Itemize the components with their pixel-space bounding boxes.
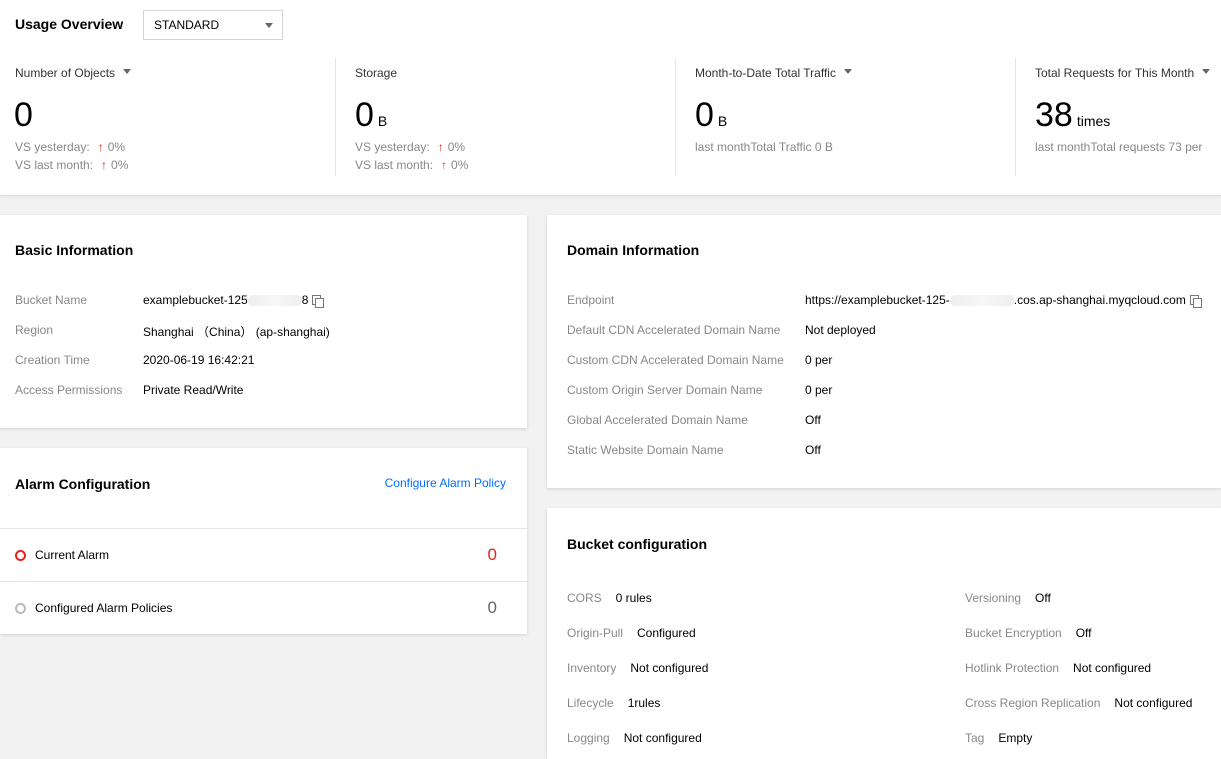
arrow-up-icon: ↑ [97,140,104,154]
metric-value: 0B [355,96,388,134]
chevron-down-icon [265,23,273,28]
metric-compare-last-month: VS last month: ↑ 0% [355,158,469,172]
metric-last-month-note: last monthTotal Traffic 0 B [695,140,833,154]
access-permissions-value: Private Read/Write [143,383,244,397]
metric-monthly-requests: Total Requests for This Month 38 times la… [1015,58,1221,176]
card-title: Alarm Configuration [15,476,151,492]
global-accelerated-domain-label: Global Accelerated Domain Name [567,413,748,427]
config-item-cors[interactable]: CORS 0 rules [567,591,652,605]
metric-monthly-traffic: Month-to-Date Total Traffic 0B last mont… [675,58,1015,176]
usage-overview-panel: Usage Overview STANDARD Number of Object… [0,0,1221,195]
metric-storage: Storage 0B VS yesterday: ↑ 0% VS last mont… [335,58,675,176]
config-item-bucket-encryption[interactable]: Bucket Encryption Off [965,626,1092,640]
arrow-up-icon: ↑ [441,158,448,172]
static-website-domain-value: Off [805,443,821,457]
metric-compare-yesterday: VS yesterday: ↑ 0% [15,140,126,154]
custom-origin-domain-label: Custom Origin Server Domain Name [567,383,763,397]
current-alarm-label: Current Alarm [35,548,110,562]
current-alarm-row[interactable]: Current Alarm 0 [0,528,527,581]
metric-value: 0 [14,96,33,134]
card-title: Domain Information [567,242,700,258]
metric-label[interactable]: Total Requests for This Month [1035,66,1211,80]
chevron-down-icon[interactable] [123,69,132,75]
current-alarm-count: 0 [487,545,497,564]
static-website-domain-label: Static Website Domain Name [567,443,724,457]
card-title: Basic Information [15,242,134,258]
configured-alarm-policies-label: Configured Alarm Policies [35,601,173,615]
bucket-name-label: Bucket Name [15,293,88,307]
bucket-name-value: examplebucket-125 8 [143,293,325,308]
inactive-status-icon [15,603,26,614]
usage-overview-title: Usage Overview [15,16,124,32]
metric-label: Storage [355,66,398,80]
metric-number-of-objects: Number of Objects 0 VS yesterday: ↑ 0% VS … [0,58,335,176]
storage-class-value: STANDARD [154,18,220,32]
metric-value: 38 times [1035,96,1111,134]
copy-icon[interactable] [312,295,325,308]
config-item-lifecycle[interactable]: Lifecycle 1rules [567,696,660,710]
metric-label[interactable]: Month-to-Date Total Traffic [695,66,852,80]
bucket-configuration-card: Bucket configuration CORS 0 rules Origin-… [547,508,1221,759]
metric-last-month-note: last monthTotal requests 73 per [1035,140,1203,154]
metric-compare-yesterday: VS yesterday: ↑ 0% [355,140,466,154]
default-cdn-domain-label: Default CDN Accelerated Domain Name [567,323,781,337]
endpoint-label: Endpoint [567,293,615,307]
card-title: Bucket configuration [567,536,708,552]
metric-value: 0B [695,96,728,134]
config-item-logging[interactable]: Logging Not configured [567,731,702,745]
creation-time-value: 2020-06-19 16:42:21 [143,353,255,367]
configured-alarm-policies-count: 0 [487,598,497,617]
default-cdn-domain-value: Not deployed [805,323,876,337]
copy-icon[interactable] [1189,295,1202,308]
alarm-configuration-card: Alarm Configuration Configure Alarm Poli… [0,448,527,634]
metric-compare-last-month: VS last month: ↑ 0% [15,158,129,172]
creation-time-label: Creation Time [15,353,90,367]
region-value: Shanghai （China） (ap-shanghai) [143,325,330,339]
chevron-down-icon[interactable] [1202,69,1211,75]
custom-cdn-domain-label: Custom CDN Accelerated Domain Name [567,353,784,367]
config-item-origin-pull[interactable]: Origin-Pull Configured [567,626,696,640]
custom-cdn-domain-value: 0 per [805,353,833,367]
domain-information-card: Domain Information Endpoint https://exam… [547,215,1221,488]
config-item-cross-region-replication[interactable]: Cross Region Replication Not configured [965,696,1192,710]
arrow-up-icon: ↑ [437,140,444,154]
access-permissions-label: Access Permissions [15,383,123,397]
config-item-tag[interactable]: Tag Empty [965,731,1032,745]
config-item-versioning[interactable]: Versioning Off [965,591,1051,605]
custom-origin-domain-value: 0 per [805,383,833,397]
chevron-down-icon[interactable] [843,69,852,75]
global-accelerated-domain-value: Off [805,413,821,427]
redacted-text [247,295,302,307]
config-item-inventory[interactable]: Inventory Not configured [567,661,708,675]
alert-status-icon [15,550,26,561]
redacted-text [949,295,1014,307]
region-label: Region [15,323,54,337]
arrow-up-icon: ↑ [101,158,108,172]
configure-alarm-policy-link[interactable]: Configure Alarm Policy [385,476,506,490]
configured-alarm-policies-row[interactable]: Configured Alarm Policies 0 [0,581,527,634]
config-item-hotlink-protection[interactable]: Hotlink Protection Not configured [965,661,1151,675]
metric-label[interactable]: Number of Objects [15,66,132,80]
basic-information-card: Basic Information Bucket Name examplebuc… [0,215,527,428]
endpoint-value[interactable]: https://examplebucket-125- .cos.ap-shangh… [805,293,1202,308]
storage-class-select[interactable]: STANDARD [143,10,283,40]
